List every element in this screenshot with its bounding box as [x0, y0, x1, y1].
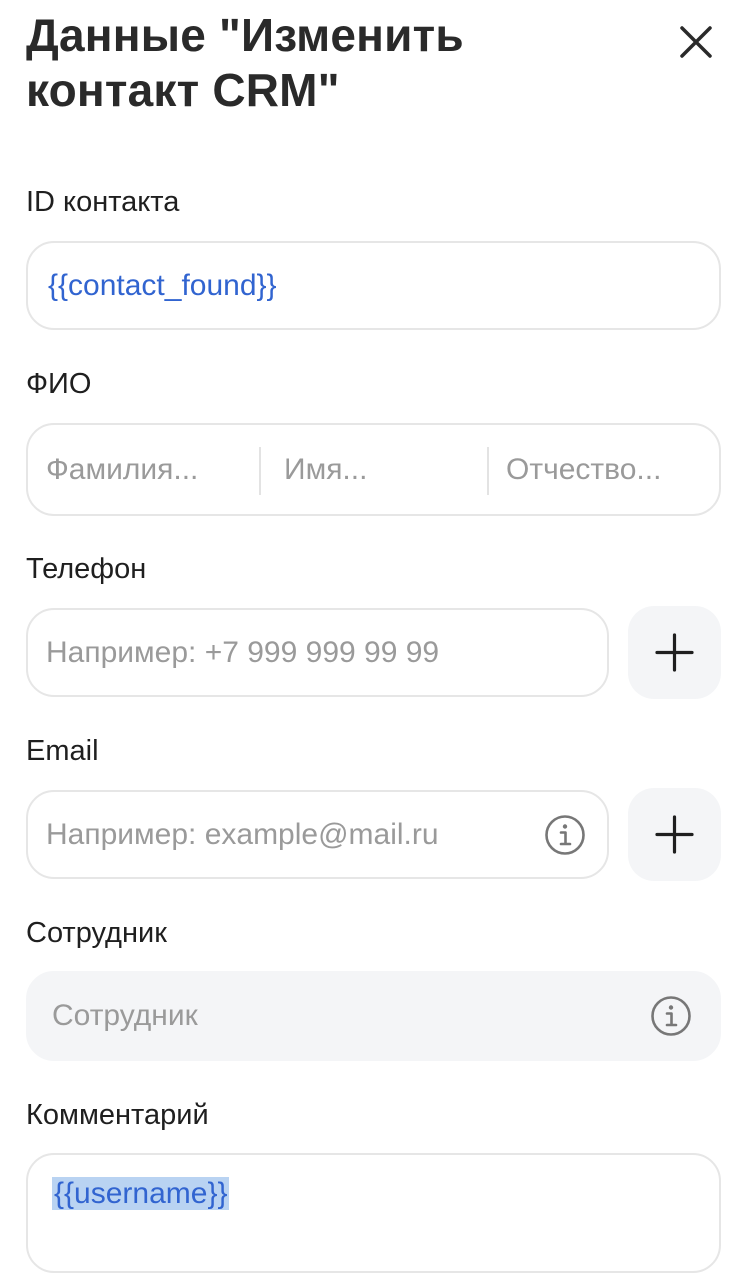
fio-label: ФИО: [26, 368, 92, 400]
plus-icon: [655, 633, 694, 672]
contact-id-label: ID контакта: [26, 186, 180, 218]
add-email-button[interactable]: [628, 788, 721, 881]
plus-icon: [655, 815, 694, 854]
comment-textarea[interactable]: {{username}}: [26, 1153, 721, 1273]
close-button[interactable]: [674, 20, 718, 64]
middle-name-input[interactable]: Отчество...: [506, 453, 661, 487]
fio-divider: [487, 447, 489, 495]
phone-label: Телефон: [26, 553, 147, 585]
last-name-input[interactable]: Фамилия...: [46, 453, 198, 487]
add-phone-button[interactable]: [628, 606, 721, 699]
info-icon: [545, 814, 585, 855]
email-label: Email: [26, 735, 99, 767]
employee-label: Сотрудник: [26, 917, 167, 949]
comment-label: Комментарий: [26, 1099, 209, 1131]
close-icon: [680, 26, 712, 58]
first-name-input[interactable]: Имя...: [284, 453, 367, 487]
contact-id-value: {{contact_found}}: [48, 268, 277, 302]
comment-value: {{username}}: [52, 1177, 230, 1210]
employee-info-button[interactable]: [650, 995, 692, 1037]
phone-placeholder: Например: +7 999 999 99 99: [46, 635, 440, 669]
info-icon: [651, 996, 691, 1036]
employee-placeholder: Сотрудник: [52, 999, 198, 1032]
contact-id-field[interactable]: {{contact_found}}: [26, 241, 721, 330]
employee-select[interactable]: Сотрудник: [26, 971, 721, 1061]
phone-input[interactable]: Например: +7 999 999 99 99: [26, 608, 609, 697]
fio-divider: [259, 447, 261, 495]
email-placeholder: Например: example@mail.ru: [46, 817, 439, 851]
dialog-title: Данные "Изменить контакт CRM": [26, 9, 464, 116]
email-info-button[interactable]: [544, 814, 586, 856]
fio-field-group: Фамилия... Имя... Отчество...: [26, 423, 721, 516]
email-input[interactable]: Например: example@mail.ru: [26, 790, 609, 879]
